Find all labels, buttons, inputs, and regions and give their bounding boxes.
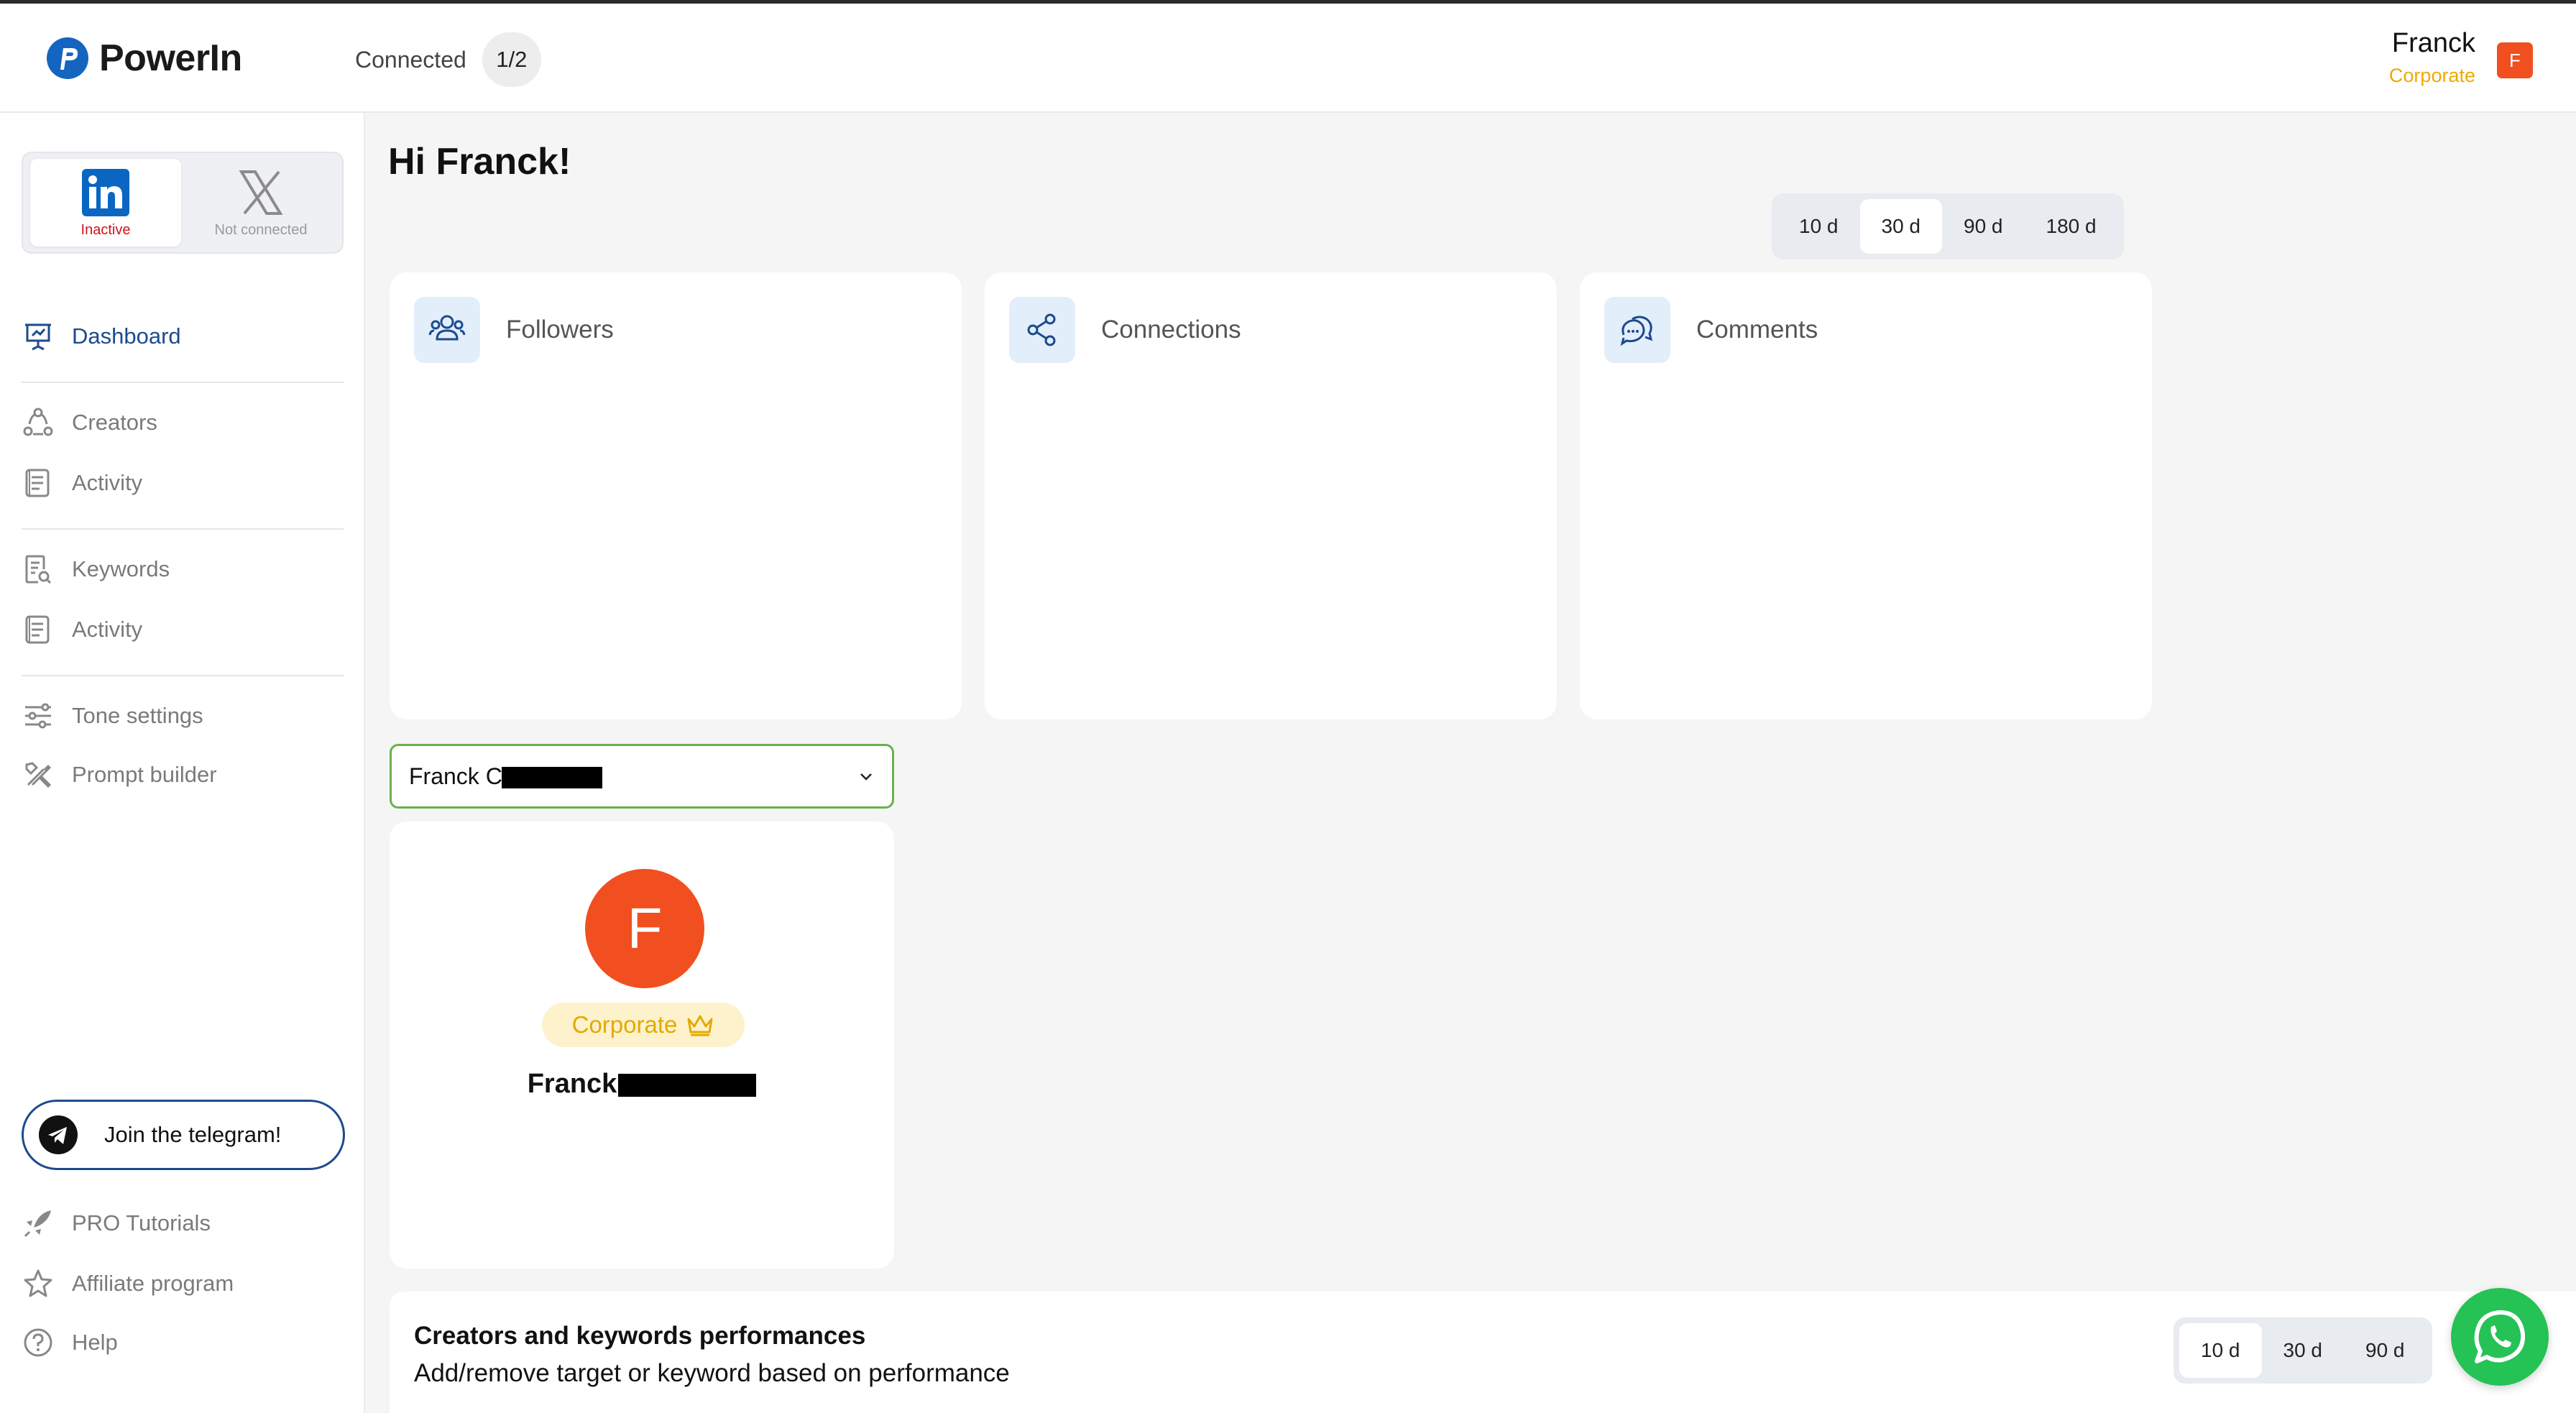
followers-icon [414,297,480,363]
document-icon [22,613,55,646]
sidebar-item-creators[interactable]: Creators [22,406,157,439]
redacted-surname [618,1073,757,1097]
x-logo-icon [239,170,283,215]
user-name: Franck [2391,28,2475,58]
main-content: Hi Franck! 10 d 30 d 90 d 180 d Follower… [365,113,2576,1413]
sidebar-item-label: Activity [72,617,143,642]
presentation-icon [22,320,55,353]
connected-label: Connected [355,46,466,73]
app-name: PowerIn [99,37,242,79]
x-status: Not connected [214,221,308,238]
whatsapp-icon [2474,1310,2526,1363]
sidebar-item-dashboard[interactable]: Dashboard [22,320,181,353]
network-x[interactable]: Not connected [185,159,336,247]
range-90d[interactable]: 90 d [1942,199,2025,254]
top-bar: PowerIn Connected 1/2 Franck Corporate F [0,0,2576,113]
connections-title: Connections [1101,316,1241,344]
comments-title: Comments [1696,316,1818,344]
sidebar-item-prompt-builder[interactable]: Prompt builder [22,758,217,791]
user-plan: Corporate [2388,65,2475,86]
telegram-label: Join the telegram! [104,1122,282,1147]
performance-title: Creators and keywords performances [414,1322,866,1350]
sidebar-item-label: Creators [72,410,157,435]
profile-name-text: Franck [527,1069,617,1099]
connected-count-badge: 1/2 [482,32,541,87]
account-select-value: Franck C [409,763,602,790]
sidebar-item-keywords-activity[interactable]: Activity [22,613,142,646]
tools-icon [22,758,55,791]
network-switcher: Inactive Not connected [22,152,344,254]
share-icon [1009,297,1075,363]
rocket-icon [22,1207,55,1240]
perf-range-30d[interactable]: 30 d [2262,1323,2345,1378]
app-logo[interactable]: PowerIn [46,37,242,80]
user-avatar[interactable]: F [2497,42,2533,78]
join-telegram-button[interactable]: Join the telegram! [22,1100,345,1170]
sidebar-item-label: Dashboard [72,323,181,349]
user-info[interactable]: Franck Corporate [2389,28,2475,87]
profile-name: Franck [390,1069,894,1100]
sidebar-item-label: Help [72,1330,118,1355]
sidebar-item-label: Tone settings [72,703,203,728]
comments-card-header: Comments [1604,297,1818,363]
performance-section: Creators and keywords performances Add/r… [390,1292,2576,1413]
chat-icon [1604,297,1670,363]
sidebar-item-label: Activity [72,470,143,495]
sidebar-item-tone-settings[interactable]: Tone settings [22,699,203,732]
powerin-logo-icon [47,37,88,79]
sidebar-item-help[interactable]: Help [22,1326,118,1359]
comments-card: Comments [1580,272,2152,719]
sidebar-item-label: Affiliate program [72,1271,234,1296]
followers-card-header: Followers [414,297,614,363]
star-icon [22,1267,55,1300]
sidebar-item-keywords[interactable]: Keywords [22,553,170,586]
sidebar-item-label: PRO Tutorials [72,1210,211,1235]
sidebar-divider [22,675,344,676]
plan-badge: Corporate [542,1003,745,1047]
network-linkedin[interactable]: Inactive [30,159,181,247]
linkedin-icon [82,168,129,216]
sidebar: Inactive Not connected Dashboard Creator… [0,113,365,1413]
users-circle-icon [22,406,55,439]
followers-card: Followers [390,272,962,719]
date-range-selector: 10 d 30 d 90 d 180 d [1772,193,2124,259]
perf-range-90d[interactable]: 90 d [2344,1323,2426,1378]
profile-avatar: F [585,869,704,988]
account-select-text: Franck C [409,763,502,789]
connections-card-header: Connections [1009,297,1241,363]
sidebar-divider [22,382,344,383]
range-180d[interactable]: 180 d [2025,199,2118,254]
sidebar-item-label: Prompt builder [72,762,217,787]
telegram-icon [39,1115,78,1154]
linkedin-status: Inactive [80,221,131,238]
followers-title: Followers [506,316,614,344]
performance-subtitle: Add/remove target or keyword based on pe… [414,1359,1010,1387]
connection-status: Connected 1/2 [355,32,541,87]
help-icon [22,1326,55,1359]
sidebar-item-activity[interactable]: Activity [22,466,142,500]
sidebar-divider [22,528,344,530]
page-title: Hi Franck! [388,141,571,183]
performance-range-selector: 10 d 30 d 90 d [2174,1317,2432,1384]
crown-icon [687,1015,713,1036]
profile-card: F Corporate Franck [390,821,894,1269]
redacted-surname [501,767,602,789]
sidebar-item-label: Keywords [72,556,170,581]
range-30d[interactable]: 30 d [1859,199,1942,254]
whatsapp-chat-button[interactable] [2451,1288,2549,1386]
sliders-icon [22,699,55,732]
document-icon [22,466,55,500]
connections-card: Connections [985,272,1557,719]
perf-range-10d[interactable]: 10 d [2179,1323,2262,1378]
sidebar-item-affiliate-program[interactable]: Affiliate program [22,1267,234,1300]
account-select[interactable]: Franck C [390,744,894,809]
chevron-down-icon [860,773,872,781]
sidebar-item-pro-tutorials[interactable]: PRO Tutorials [22,1207,211,1240]
document-search-icon [22,553,55,586]
plan-badge-label: Corporate [571,1011,678,1038]
range-10d[interactable]: 10 d [1777,199,1860,254]
